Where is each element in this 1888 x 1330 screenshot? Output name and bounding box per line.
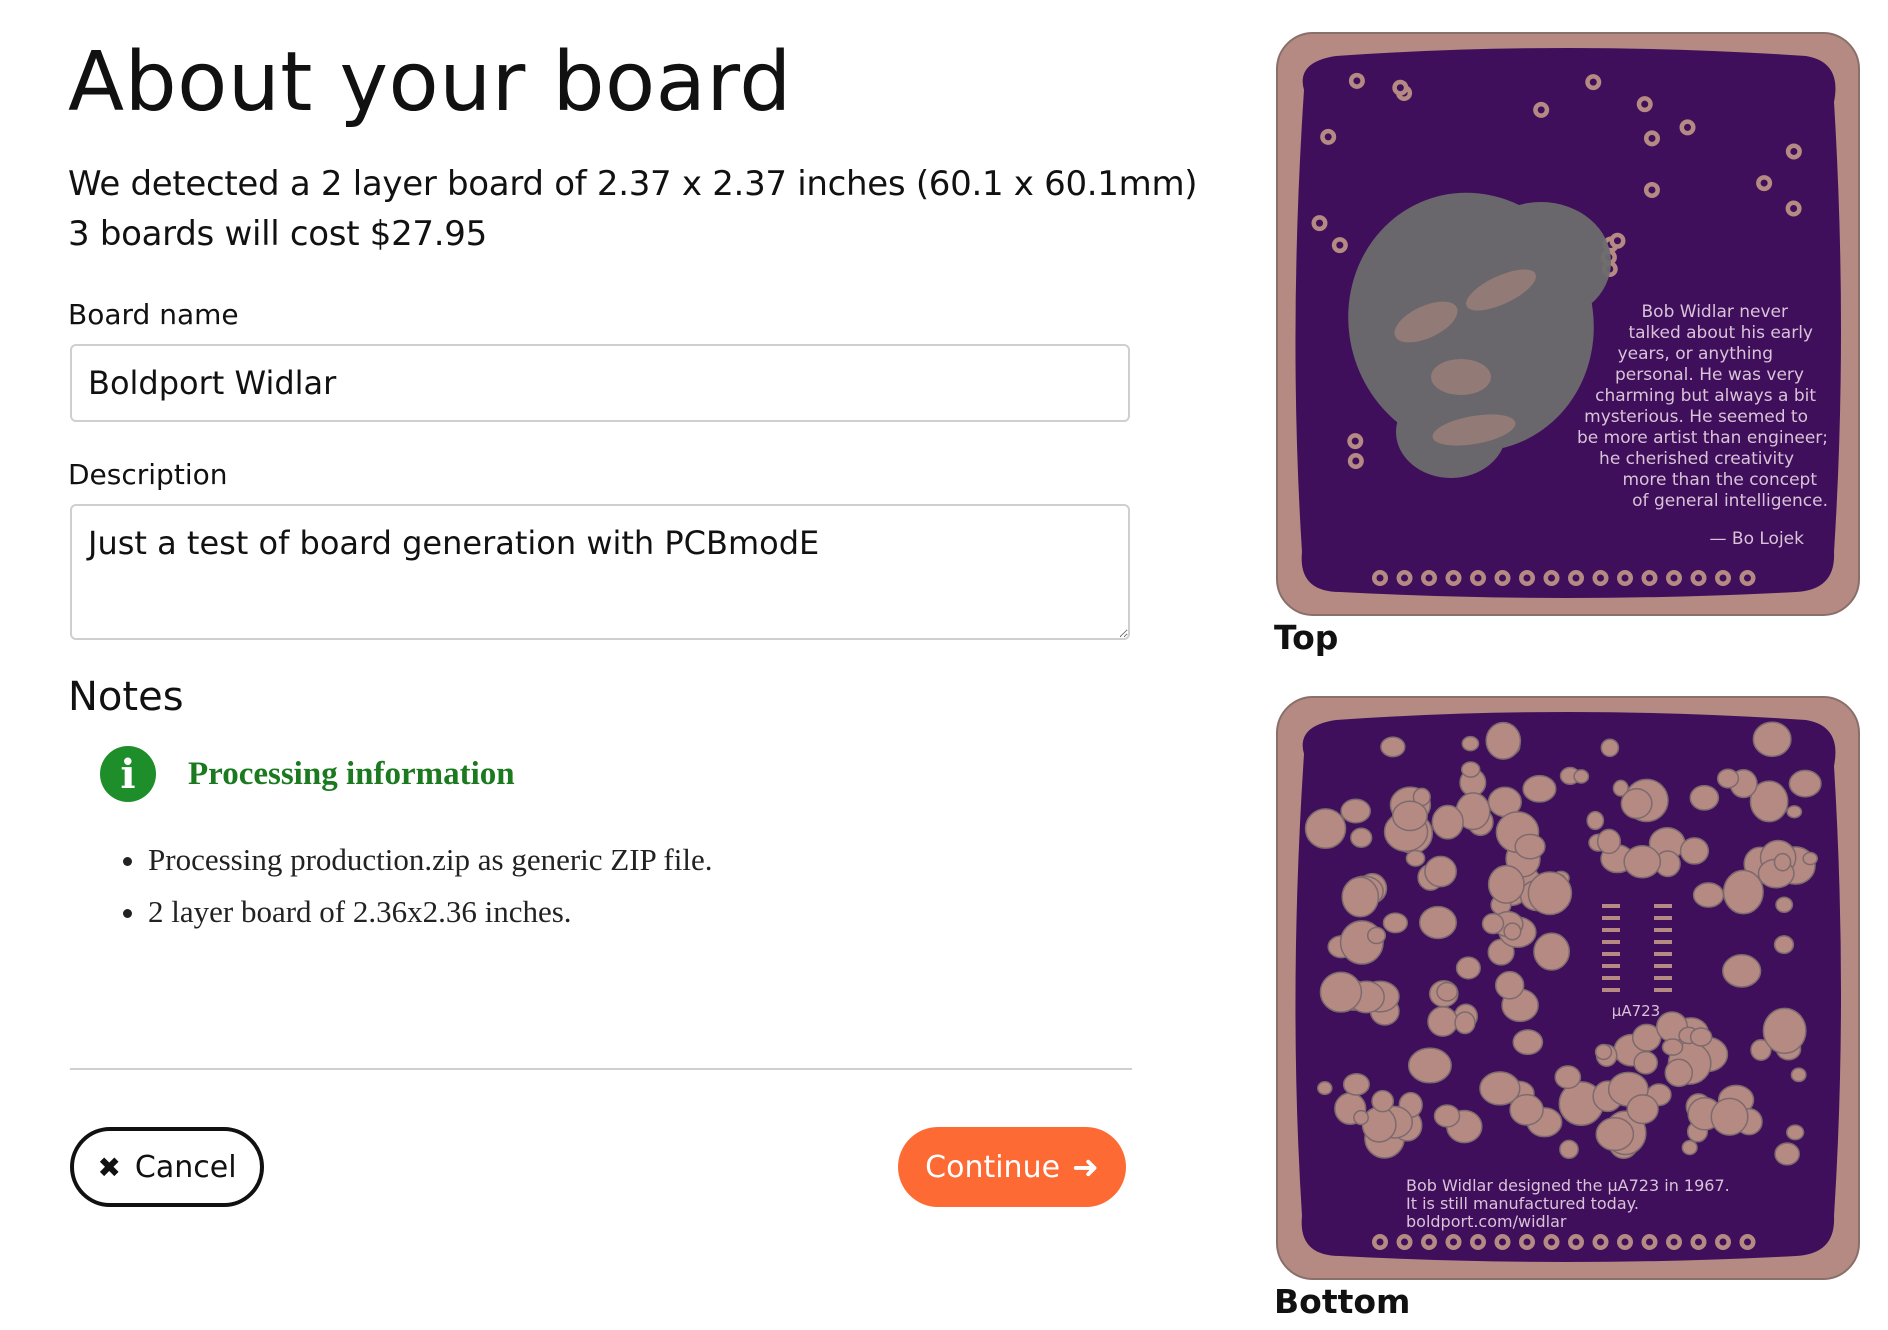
board-cost-summary: 3 boards will cost $27.95: [68, 214, 487, 254]
board-name-label: Board name: [68, 298, 239, 331]
description-textarea[interactable]: Just a test of board generation with PCB…: [70, 504, 1130, 640]
page-title: About your board: [68, 35, 792, 130]
processing-info-note: i Processing information: [100, 746, 515, 802]
description-label: Description: [68, 458, 228, 491]
svg-text:talked about his early: talked about his early: [1628, 323, 1813, 343]
continue-button[interactable]: Continue ➜: [898, 1127, 1126, 1207]
cancel-button[interactable]: ✖ Cancel: [70, 1127, 264, 1207]
processing-notes-list: Processing production.zip as generic ZIP…: [108, 842, 712, 946]
info-icon: i: [100, 746, 156, 802]
svg-text:personal. He was very: personal. He was very: [1615, 365, 1804, 385]
processing-info-title: Processing information: [188, 755, 515, 792]
cancel-label: Cancel: [134, 1149, 237, 1185]
board-detection-summary: We detected a 2 layer board of 2.37 x 2.…: [68, 164, 1198, 204]
svg-text:more than the concept: more than the concept: [1622, 470, 1817, 490]
board-bottom-preview: μA723 Bob Widlar designed the μA723 in 1…: [1276, 696, 1860, 1280]
svg-text:be more artist than engineer;: be more artist than engineer;: [1577, 428, 1828, 448]
list-item: Processing production.zip as generic ZIP…: [148, 842, 712, 878]
svg-text:years, or anything: years, or anything: [1618, 344, 1773, 364]
board-name-input[interactable]: [70, 344, 1130, 422]
svg-text:boldport.com/widlar: boldport.com/widlar: [1406, 1212, 1567, 1231]
board-top-preview: Bob Widlar never talked about his early …: [1276, 32, 1860, 616]
notes-heading: Notes: [68, 674, 184, 720]
svg-text:It is still manufactured today: It is still manufactured today.: [1406, 1194, 1639, 1213]
close-icon: ✖: [97, 1150, 121, 1184]
bottom-caption: Bottom: [1274, 1282, 1411, 1321]
top-caption: Top: [1274, 618, 1339, 657]
svg-text:of general intelligence.: of general intelligence.: [1632, 491, 1828, 511]
svg-text:charming but always a bit: charming but always a bit: [1595, 386, 1816, 406]
svg-text:— Bo Lojek: — Bo Lojek: [1710, 529, 1805, 549]
continue-label: Continue: [925, 1149, 1061, 1185]
arrow-right-icon: ➜: [1072, 1148, 1099, 1186]
list-item: 2 layer board of 2.36x2.36 inches.: [148, 894, 712, 930]
svg-text:mysterious. He seemed to: mysterious. He seemed to: [1584, 407, 1808, 427]
svg-text:Bob Widlar never: Bob Widlar never: [1642, 302, 1788, 322]
form-divider: [70, 1068, 1132, 1070]
svg-text:he cherished creativity: he cherished creativity: [1599, 449, 1794, 469]
chip-label: μA723: [1612, 1002, 1660, 1020]
svg-text:Bob Widlar designed the μA723: Bob Widlar designed the μA723 in 1967.: [1406, 1176, 1730, 1195]
